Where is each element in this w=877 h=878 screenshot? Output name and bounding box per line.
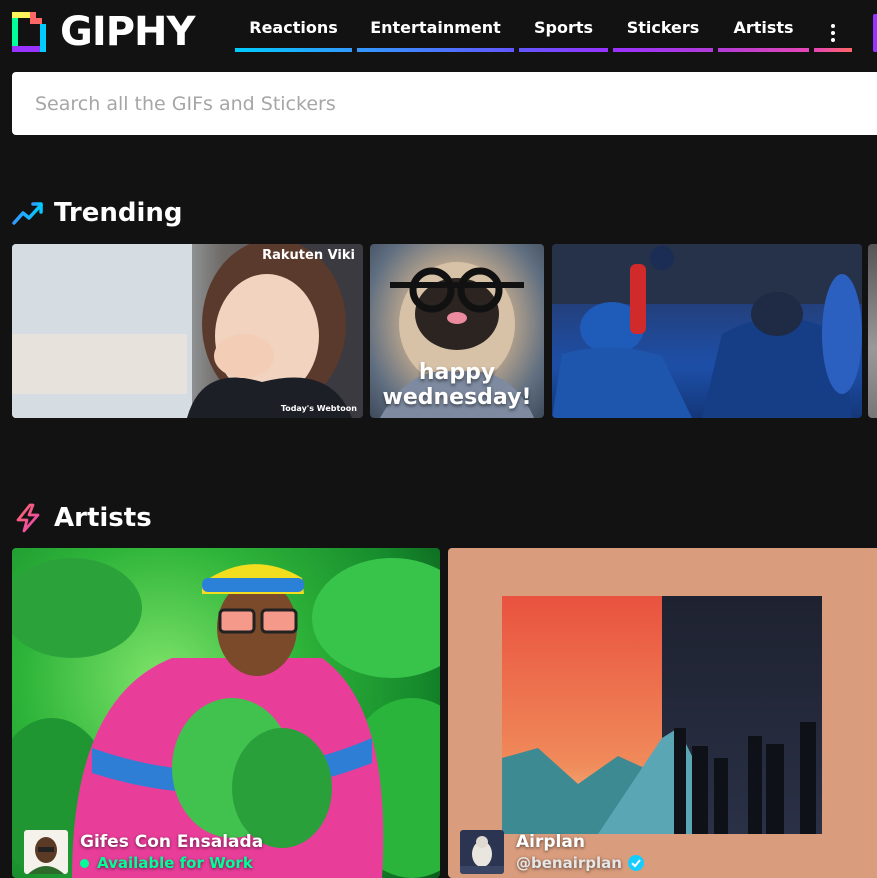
happy-wednesday-caption: happy wednesday! [370,360,544,410]
artist-handle-row: @benairplan [516,853,644,873]
nav-stickers-label: Stickers [626,18,700,37]
trending-gif-4[interactable] [868,244,877,418]
artist-card-footer: Airplan @benairplan [460,830,644,874]
trending-gif-2[interactable]: happy wednesday! [370,244,544,418]
nav-artists-label: Artists [733,18,794,37]
artist-card-image [12,558,440,878]
nav-entertainment-label: Entertainment [370,18,501,37]
webtoon-credit: Today's Webtoon [280,404,357,413]
artist-card-image [502,596,822,834]
giphy-logo-icon [12,12,46,52]
nav-sports-underline [519,48,608,52]
artist-avatar-image [24,830,68,874]
upload-button-edge[interactable] [873,14,877,52]
main-nav: Reactions Entertainment Sports Stickers … [235,14,852,54]
nav-sports[interactable]: Sports [519,14,608,52]
search-input[interactable] [33,91,871,116]
gif-preview-image [552,244,862,418]
status-dot-icon [80,858,89,868]
artist-status: Available for Work [80,853,263,873]
trending-header[interactable]: Trending [12,198,183,228]
artist-handle[interactable]: @benairplan [516,853,622,873]
search-bar [12,72,877,135]
artist-card-gifes-con-ensalada[interactable]: Gifes Con Ensalada Available for Work [12,548,440,878]
trending-gif-1[interactable]: Rakuten Viki Today's Webtoon [12,244,363,418]
nav-artists[interactable]: Artists [718,14,809,52]
trending-gif-3[interactable] [552,244,862,418]
avatar [460,830,504,874]
giphy-logo[interactable]: GIPHY [12,9,195,55]
avatar [24,830,68,874]
nav-reactions-underline [235,48,352,52]
more-vertical-icon [831,24,835,42]
artist-avatar-image [460,830,504,874]
nav-artists-underline [718,48,809,52]
nav-sports-label: Sports [533,18,594,37]
trending-up-icon [12,202,43,225]
artist-name[interactable]: Airplan [516,831,644,853]
rakuten-viki-watermark: Rakuten Viki [262,248,355,263]
nav-stickers-underline [613,48,713,52]
nav-stickers[interactable]: Stickers [613,14,713,52]
gif-preview-image [12,244,363,418]
nav-entertainment-underline [357,48,514,52]
nav-more-underline [814,48,852,52]
artist-status-label: Available for Work [97,854,253,872]
nav-more-button[interactable] [814,14,852,52]
artists-header[interactable]: Artists [12,502,152,534]
nav-entertainment[interactable]: Entertainment [357,14,514,52]
artists-title: Artists [54,503,152,533]
nav-reactions-label: Reactions [249,18,338,37]
verified-badge-icon [627,855,644,871]
giphy-wordmark: GIPHY [60,9,195,55]
caption-line-2: wednesday! [382,385,532,410]
nav-reactions[interactable]: Reactions [235,14,352,52]
lightning-icon [16,503,40,533]
caption-line-1: happy [418,360,496,385]
artist-card-airplan[interactable]: Airplan @benairplan [448,548,877,878]
trending-title: Trending [54,198,183,228]
artist-name[interactable]: Gifes Con Ensalada [80,831,263,853]
artist-card-footer: Gifes Con Ensalada Available for Work [24,830,263,874]
